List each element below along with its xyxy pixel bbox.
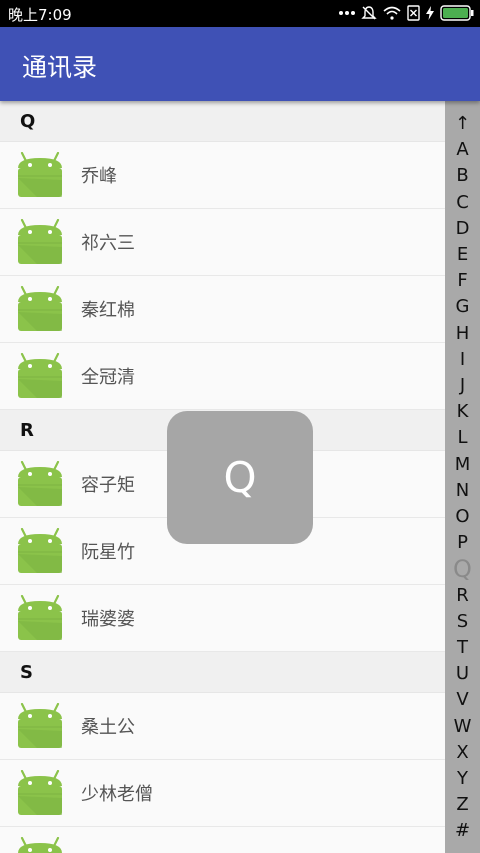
index-letter[interactable]: S	[445, 611, 480, 633]
contact-name: 容子矩	[81, 475, 135, 496]
index-letter[interactable]: R	[445, 585, 480, 607]
index-letter[interactable]: I	[445, 349, 480, 371]
android-avatar-icon	[17, 594, 63, 641]
battery-icon	[440, 5, 474, 21]
contact-row[interactable]: 全冠清	[0, 343, 445, 410]
contact-name: 乔峰	[81, 166, 117, 187]
index-letter[interactable]: Z	[445, 794, 480, 816]
contact-name: 阮星竹	[81, 542, 135, 563]
current-letter-overlay: Q	[167, 411, 313, 544]
android-avatar-icon	[17, 702, 63, 749]
index-letter[interactable]: F	[445, 270, 480, 292]
contact-row[interactable]: 桑土公	[0, 693, 445, 760]
status-icons	[339, 3, 474, 23]
section-header-s: S	[0, 652, 445, 693]
index-letter[interactable]: E	[445, 244, 480, 266]
index-letter[interactable]: J	[445, 375, 480, 397]
android-avatar-icon	[17, 151, 63, 198]
overlay-letter: Q	[223, 453, 257, 502]
contact-row[interactable]: 少林老僧	[0, 760, 445, 827]
index-letter[interactable]: B	[445, 165, 480, 187]
index-letter[interactable]: H	[445, 323, 480, 345]
contact-row[interactable]: 秦红棉	[0, 276, 445, 343]
more-dots-icon	[339, 11, 355, 15]
contact-name: 全冠清	[81, 367, 135, 388]
contact-name: 桑土公	[81, 717, 135, 738]
android-avatar-icon	[17, 352, 63, 399]
sim-off-icon	[407, 5, 420, 21]
page-title: 通讯录	[22, 53, 98, 82]
status-bar: 晚上7:09	[0, 0, 480, 27]
android-avatar-icon	[17, 218, 63, 265]
contact-row[interactable]: 乔峰	[0, 142, 445, 209]
wifi-icon	[383, 6, 401, 20]
lightning-icon	[426, 6, 434, 20]
android-avatar-icon	[17, 285, 63, 332]
index-letter[interactable]: O	[445, 506, 480, 528]
index-letter[interactable]: K	[445, 401, 480, 423]
index-letter[interactable]: ↑	[445, 113, 480, 135]
android-avatar-icon	[17, 836, 63, 853]
index-letter[interactable]: X	[445, 742, 480, 764]
silent-icon	[361, 6, 377, 20]
index-letter[interactable]: V	[445, 689, 480, 711]
index-letter[interactable]: Y	[445, 768, 480, 790]
android-avatar-icon	[17, 527, 63, 574]
index-letter[interactable]: D	[445, 218, 480, 240]
index-letter[interactable]: G	[445, 296, 480, 318]
app-bar: 通讯录	[0, 27, 480, 101]
index-letter[interactable]: N	[445, 480, 480, 502]
index-letter[interactable]: T	[445, 637, 480, 659]
section-header-q: Q	[0, 101, 445, 142]
index-letter[interactable]: L	[445, 427, 480, 449]
index-letter[interactable]: C	[445, 192, 480, 214]
index-letter[interactable]: #	[445, 820, 480, 842]
index-letter[interactable]: M	[445, 454, 480, 476]
index-letter[interactable]: U	[445, 663, 480, 685]
contact-name: 瑞婆婆	[81, 609, 135, 630]
index-letter[interactable]: Q	[445, 557, 480, 581]
contact-name: 少林老僧	[81, 784, 153, 805]
contact-row[interactable]	[0, 827, 445, 853]
status-time: 晚上7:09	[8, 6, 72, 24]
contact-name: 秦红棉	[81, 300, 135, 321]
alphabet-index-bar[interactable]: ↑ A B C D E F G H I J K L M N O P Q R S T U V W X Y Z #	[445, 101, 480, 853]
index-letter[interactable]: P	[445, 532, 480, 554]
android-avatar-icon	[17, 460, 63, 507]
contact-row[interactable]: 瑞婆婆	[0, 585, 445, 652]
contact-name: 祁六三	[81, 233, 135, 254]
android-avatar-icon	[17, 769, 63, 816]
index-letter[interactable]: A	[445, 139, 480, 161]
contact-row[interactable]: 祁六三	[0, 209, 445, 276]
index-letter[interactable]: W	[445, 716, 480, 738]
